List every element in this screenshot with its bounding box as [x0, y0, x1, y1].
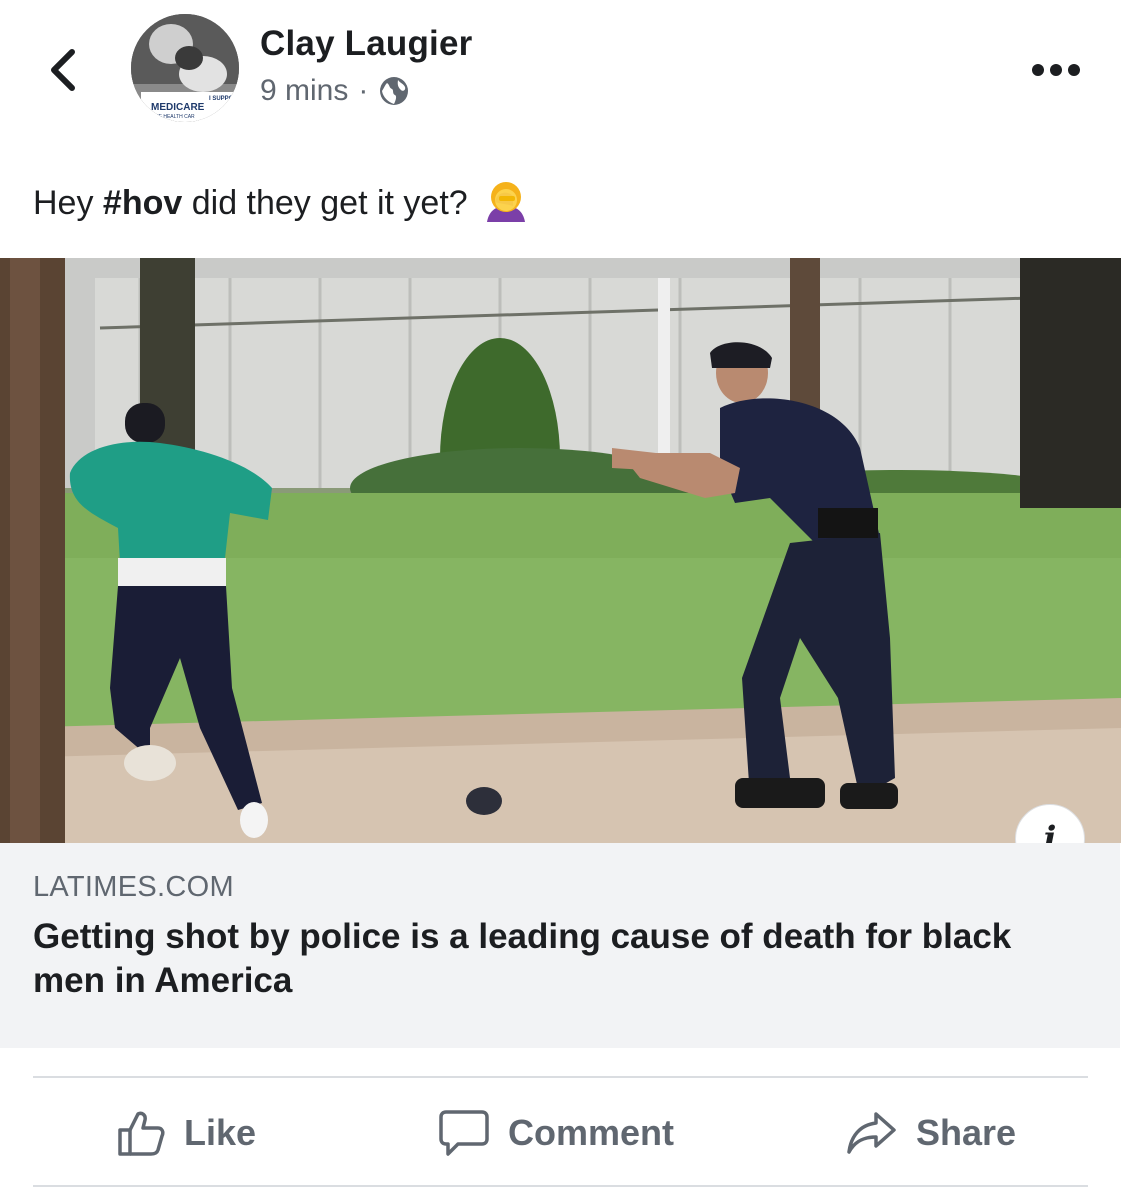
share-button[interactable]: Share — [846, 1080, 1016, 1185]
avatar-badge-top: I SUPPO — [209, 96, 234, 102]
scene-photo — [0, 258, 1121, 843]
like-button[interactable]: Like — [116, 1080, 256, 1185]
more-dots-icon — [1032, 64, 1080, 76]
bottom-divider — [33, 1185, 1088, 1187]
post-text: Hey #hov did they get it yet? — [33, 180, 529, 231]
like-label: Like — [184, 1111, 257, 1153]
comment-button[interactable]: Comment — [438, 1080, 674, 1185]
avatar-badge-sub: HE HEALTH CAR — [155, 114, 195, 120]
post-time[interactable]: 9 mins — [260, 74, 348, 108]
post-header: I SUPPO MEDICARE HE HEALTH CAR Clay Laug… — [0, 0, 1121, 140]
link-domain: LATIMES.COM — [33, 871, 234, 903]
avatar-photo: I SUPPO MEDICARE HE HEALTH CAR — [131, 14, 239, 122]
avatar[interactable]: I SUPPO MEDICARE HE HEALTH CAR — [131, 14, 239, 122]
post-text-end: did they get it yet? — [182, 184, 468, 222]
comment-bubble-icon — [439, 1109, 489, 1156]
thumbs-up-icon — [118, 1111, 165, 1156]
globe-icon — [380, 77, 409, 105]
action-bar: Like Comment Share — [33, 1080, 1088, 1185]
share-arrow-icon — [847, 1111, 896, 1154]
author-name[interactable]: Clay Laugier — [260, 24, 472, 64]
divider — [33, 1076, 1088, 1078]
hashtag-link[interactable]: #hov — [103, 184, 182, 222]
link-preview-body[interactable]: LATIMES.COM Getting shot by police is a … — [0, 843, 1120, 1048]
link-preview-image[interactable] — [0, 258, 1121, 843]
more-options-button[interactable] — [1030, 60, 1082, 80]
link-headline[interactable]: Getting shot by police is a leading caus… — [33, 915, 1033, 1003]
back-button[interactable] — [40, 44, 88, 96]
post-text-start: Hey — [33, 184, 103, 222]
woman-facepalming-emoji-icon — [483, 180, 529, 231]
link-preview-card[interactable]: i LATIMES.COM Getting shot by police is … — [0, 258, 1121, 1048]
comment-label: Comment — [508, 1111, 675, 1153]
share-label: Share — [916, 1111, 1017, 1153]
avatar-badge-main: MEDICARE — [151, 102, 205, 113]
meta-separator: · — [358, 74, 369, 107]
chevron-left-icon — [51, 49, 75, 91]
post-meta: 9 mins · — [260, 74, 410, 108]
